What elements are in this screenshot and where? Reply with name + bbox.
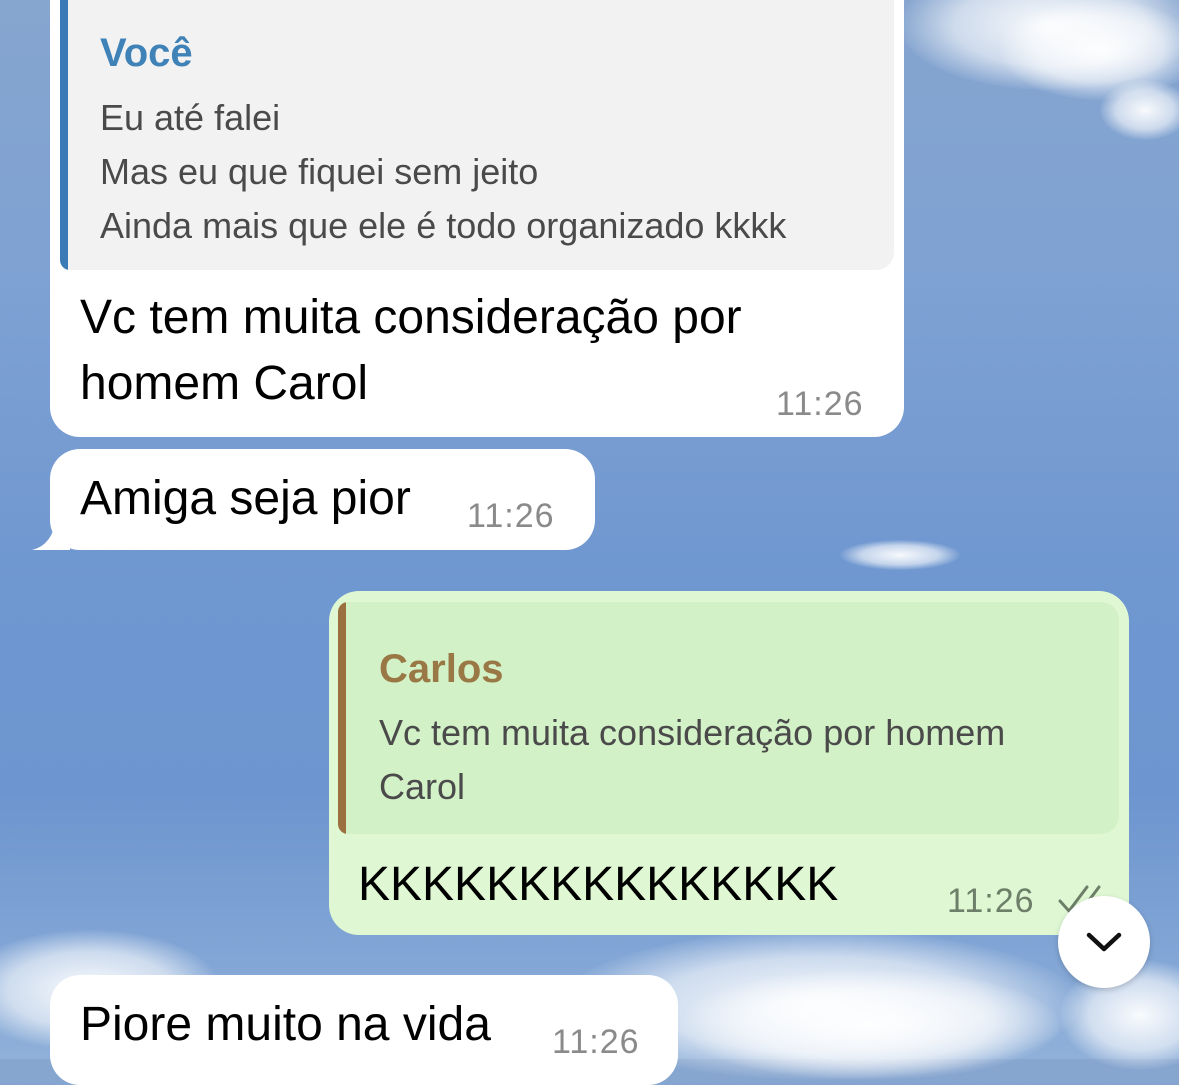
reply-quote[interactable]: Você Eu até falei Mas eu que fiquei sem …: [60, 0, 894, 270]
message-time: 11:26: [552, 1023, 640, 1061]
reply-line: Ainda mais que ele é todo organizado kkk…: [100, 205, 787, 246]
reply-line: Eu até falei: [100, 97, 281, 138]
message-text: Amiga seja pior: [80, 472, 411, 525]
chevron-down-icon: [1086, 932, 1122, 952]
message-text: KKKKKKKKKKKKKKK: [358, 858, 839, 911]
message-text: Vc tem muita consideração por: [80, 291, 742, 344]
message-time: 11:26: [467, 497, 555, 535]
message-text: homem Carol: [80, 357, 369, 410]
message-bubble-incoming[interactable]: Você Eu até falei Mas eu que fiquei sem …: [50, 0, 904, 437]
message-bubble-incoming[interactable]: Piore muito na vida 11:26: [50, 975, 678, 1085]
reply-quote[interactable]: Carlos Vc tem muita consideração por hom…: [338, 602, 1119, 834]
message-bubble-outgoing[interactable]: Carlos Vc tem muita consideração por hom…: [329, 591, 1129, 935]
scroll-to-bottom-button[interactable]: [1058, 896, 1150, 988]
reply-line: Mas eu que fiquei sem jeito: [100, 151, 539, 192]
reply-author: Você: [100, 31, 193, 75]
reply-line: Vc tem muita consideração por homem: [379, 712, 1006, 753]
reply-quote-bar: [60, 0, 68, 270]
reply-line: Carol: [379, 766, 466, 807]
reply-quote-bar: [338, 602, 346, 834]
reply-author: Carlos: [379, 647, 504, 691]
message-text: Piore muito na vida: [80, 998, 491, 1051]
message-bubble-incoming[interactable]: Amiga seja pior 11:26: [50, 449, 595, 550]
message-time: 11:26: [776, 385, 864, 423]
message-time: 11:26: [947, 882, 1035, 920]
